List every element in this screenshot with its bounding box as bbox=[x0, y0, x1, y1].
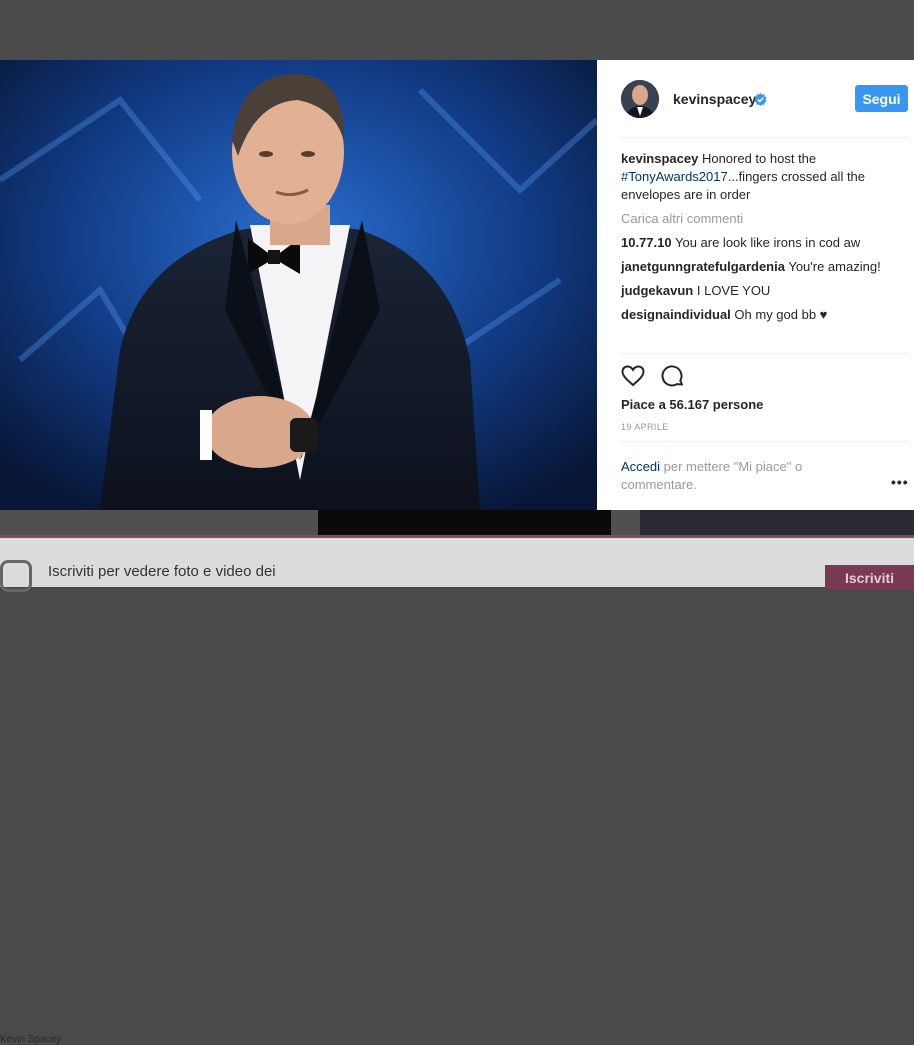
comment: designaindividual Oh my god bb ♥ bbox=[621, 306, 909, 324]
caption-text: Honored to host the bbox=[698, 151, 817, 166]
background-thumbnail bbox=[640, 510, 914, 536]
login-prompt: Accedi per mettere "Mi piace" o commenta… bbox=[621, 458, 841, 494]
post-header: kevinspacey Segui bbox=[597, 60, 914, 138]
comment-text: You're amazing! bbox=[784, 259, 881, 274]
caption-username[interactable]: kevinspacey bbox=[621, 151, 698, 166]
divider bbox=[621, 353, 909, 354]
heart-icon[interactable] bbox=[621, 364, 645, 388]
comment-username[interactable]: designaindividual bbox=[621, 307, 731, 322]
comment-text: Oh my god bb ♥ bbox=[730, 307, 828, 322]
backdrop-top bbox=[0, 0, 914, 60]
post-username[interactable]: kevinspacey bbox=[673, 91, 756, 107]
comment: 10.77.10 You are look like irons in cod … bbox=[621, 234, 909, 252]
comment: judgekavun I LOVE YOU bbox=[621, 282, 909, 300]
post-caption: kevinspacey Honored to host the #TonyAwa… bbox=[621, 150, 909, 204]
load-more-comments-button[interactable]: Carica altri commenti bbox=[621, 210, 909, 228]
likes-count[interactable]: Piace a 56.167 persone bbox=[621, 397, 763, 412]
divider bbox=[621, 137, 909, 138]
background-thumbnail bbox=[318, 510, 611, 536]
signup-text: Iscriviti per vedere foto e video dei bbox=[48, 563, 276, 580]
signup-button[interactable]: Iscriviti bbox=[825, 565, 914, 589]
comment-username[interactable]: janetgunngratefulgardenia bbox=[621, 259, 785, 274]
hashtag-link[interactable]: #TonyAwards2017 bbox=[621, 169, 728, 184]
divider bbox=[621, 441, 909, 442]
signup-bar: Iscriviti per vedere foto e video dei Is… bbox=[0, 535, 914, 592]
comment-username[interactable]: judgekavun bbox=[621, 283, 693, 298]
comment-icon[interactable] bbox=[661, 364, 685, 388]
background-caption: Kevin Spacey bbox=[0, 1034, 62, 1045]
comment-username[interactable]: 10.77.10 bbox=[621, 235, 672, 250]
login-link[interactable]: Accedi bbox=[621, 459, 660, 474]
comment-text: You are look like irons in cod aw bbox=[671, 235, 861, 250]
more-options-button[interactable]: ••• bbox=[891, 474, 909, 490]
comment-text: I LOVE YOU bbox=[693, 283, 771, 298]
instagram-logo-icon bbox=[0, 560, 32, 592]
post-date: 19 APRILE bbox=[621, 422, 669, 432]
follow-button[interactable]: Segui bbox=[855, 85, 908, 112]
post-panel: kevinspacey Segui kevinspacey Honored to… bbox=[597, 60, 914, 510]
post-photo bbox=[0, 60, 597, 510]
comment: janetgunngratefulgardenia You're amazing… bbox=[621, 258, 909, 276]
comments-list: kevinspacey Honored to host the #TonyAwa… bbox=[621, 150, 909, 330]
verified-badge-icon bbox=[754, 93, 767, 106]
avatar[interactable] bbox=[621, 80, 659, 118]
